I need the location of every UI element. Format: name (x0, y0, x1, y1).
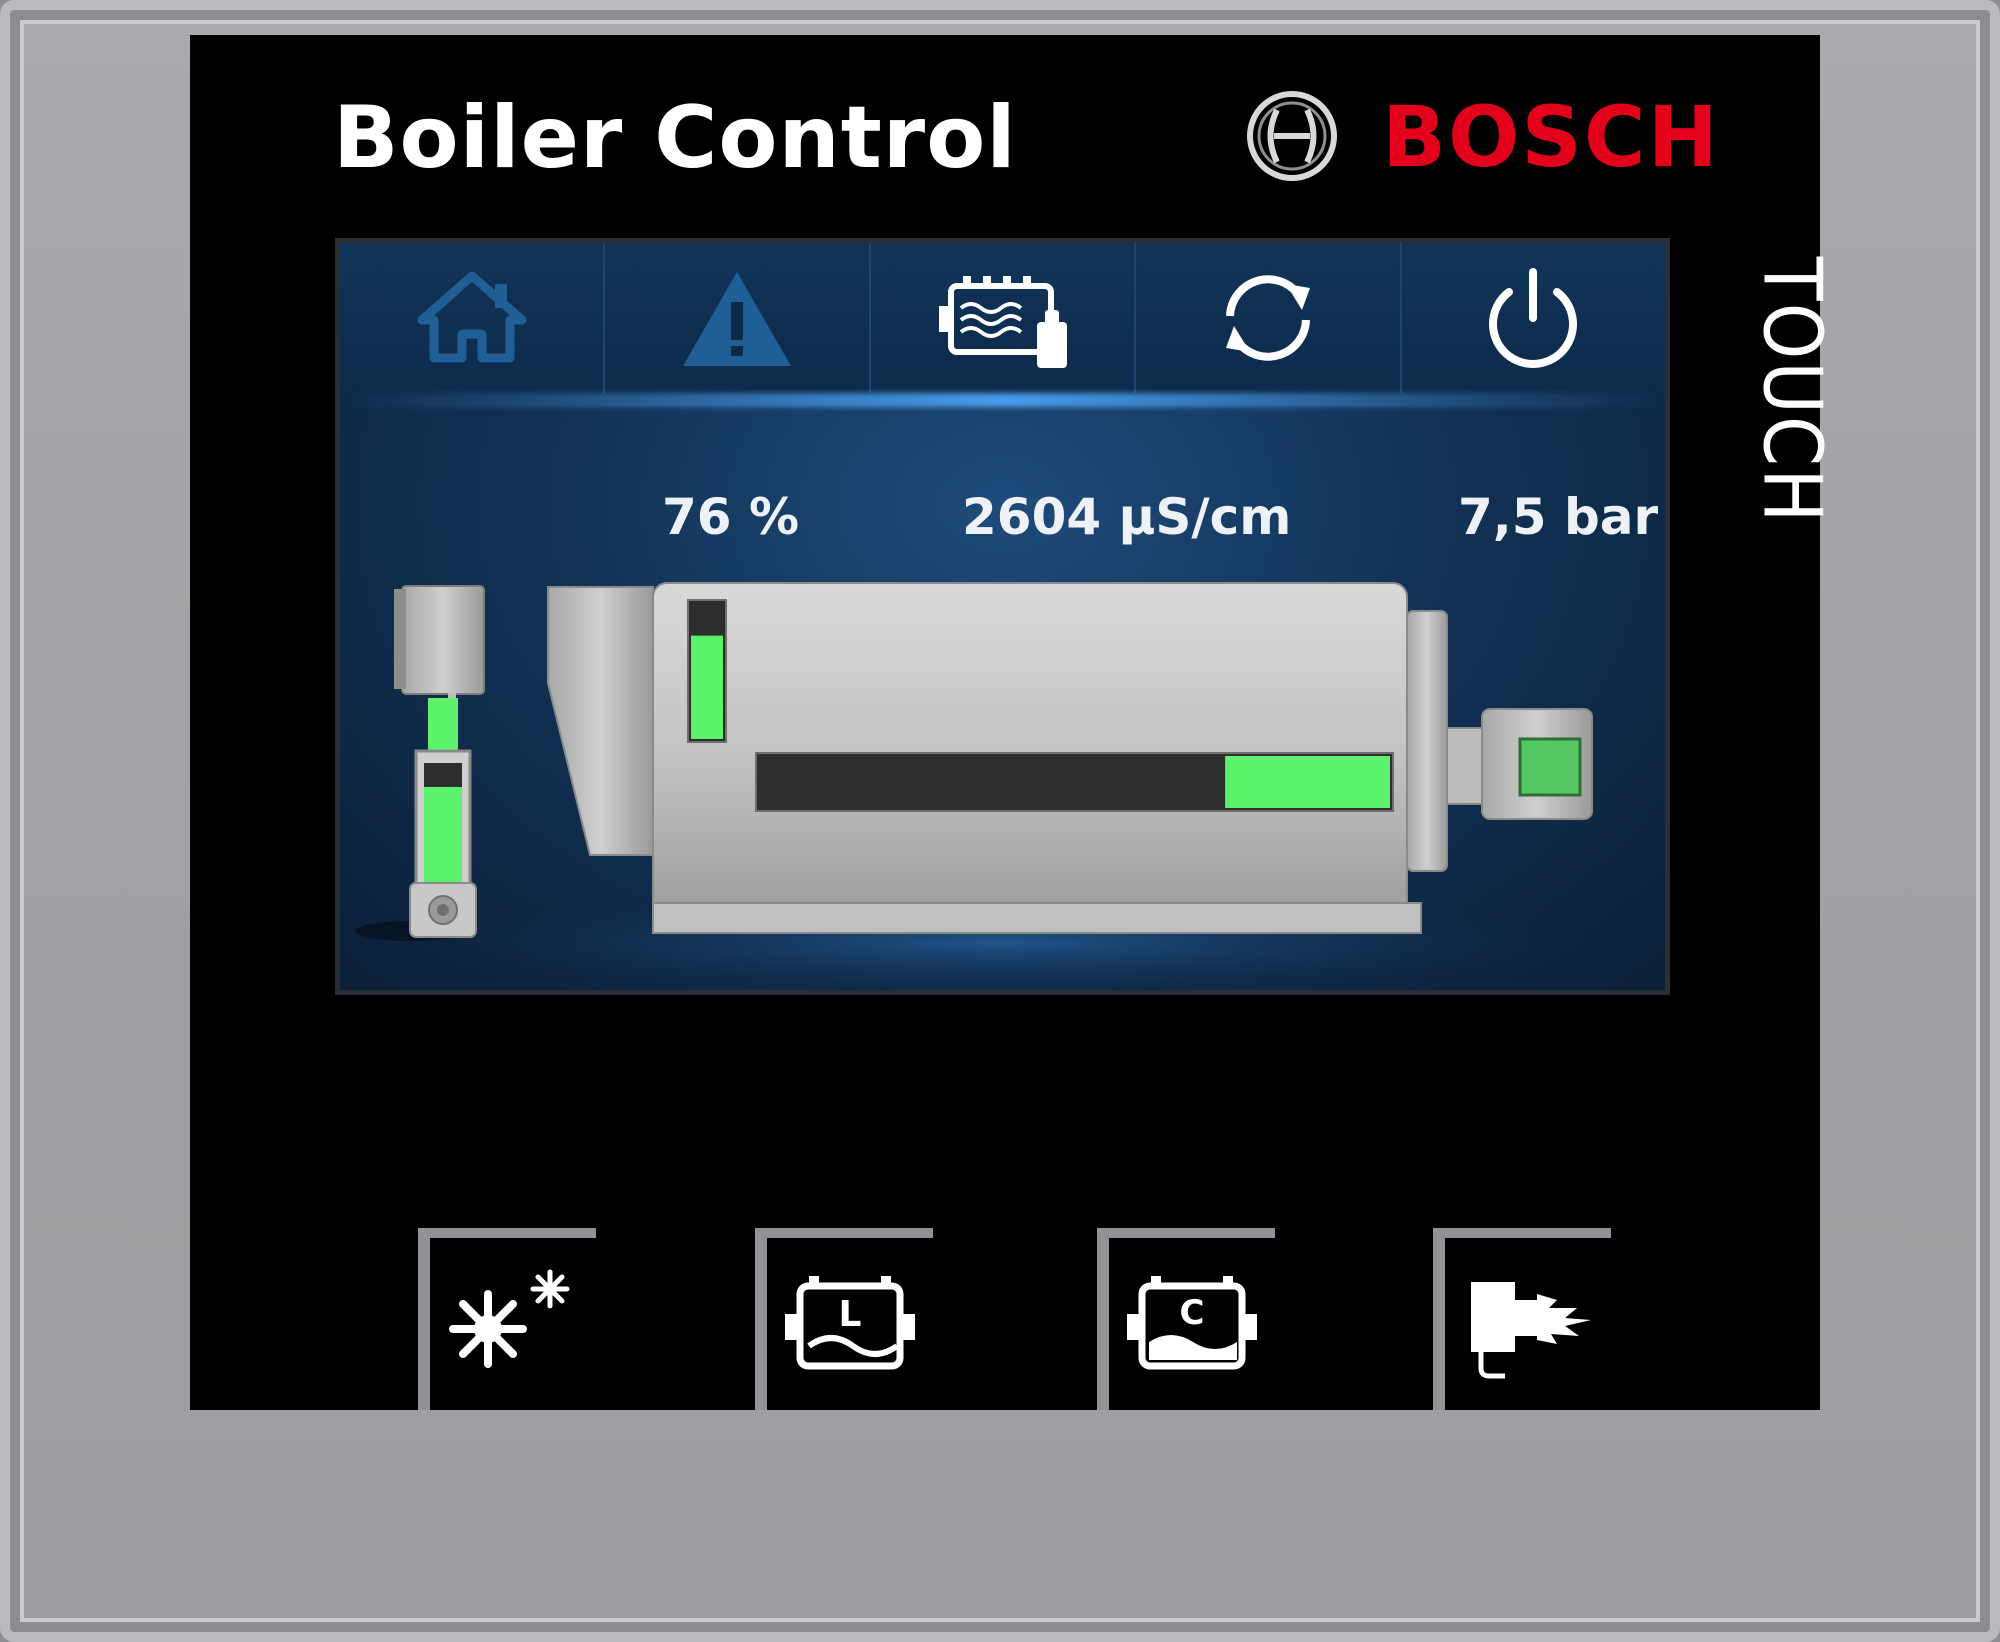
burner-icon (1471, 1282, 1591, 1379)
touch-screen: 76 % 2604 µS/cm 7,5 bar (335, 238, 1670, 995)
brand-name: BOSCH (1382, 88, 1720, 186)
svg-text:C: C (1180, 1293, 1205, 1333)
pump-shaft-indicator (428, 698, 458, 756)
pump-motor-side (394, 589, 406, 689)
level-tank-icon: L (785, 1276, 915, 1370)
pump-valve-hub (437, 904, 449, 916)
settings-key[interactable] (418, 1228, 596, 1410)
boiler-shell (652, 582, 1408, 916)
settings-icon (449, 1269, 570, 1368)
boiler-base (652, 902, 1422, 934)
boiler-end-cap (1406, 610, 1448, 872)
boiler-front-hood (547, 586, 654, 856)
page-title: Boiler Control (333, 88, 1017, 188)
level-key[interactable]: L (755, 1228, 933, 1410)
touch-label-text: TOUCH (1745, 256, 1839, 524)
touch-label: TOUCH (1745, 240, 1839, 540)
burner-key[interactable] (1433, 1228, 1611, 1410)
pump-level-fill (424, 787, 462, 883)
burner-status-indicator (1518, 737, 1582, 797)
bosch-logo-icon (1247, 91, 1337, 181)
boiler-diagram (355, 582, 1640, 990)
conductivity-tank-icon: C (1127, 1276, 1257, 1370)
svg-text:L: L (839, 1294, 862, 1335)
pump-motor (401, 585, 485, 695)
boiler-level-fill (691, 635, 723, 739)
conductivity-key[interactable]: C (1097, 1228, 1275, 1410)
water-bar-fill (1225, 756, 1390, 808)
